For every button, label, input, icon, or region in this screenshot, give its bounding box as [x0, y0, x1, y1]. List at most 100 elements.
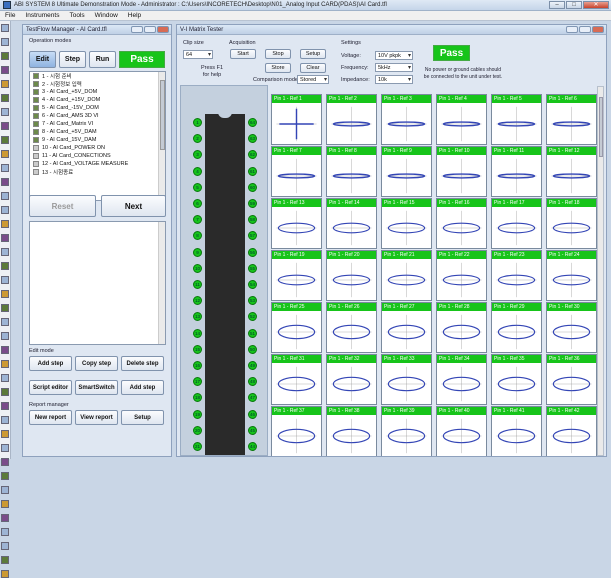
list-item[interactable]: 13 - 시험종료: [30, 168, 165, 176]
step-checkbox[interactable]: [33, 121, 39, 127]
pin-indicator[interactable]: 9: [193, 247, 202, 257]
pin-indicator[interactable]: 58: [248, 215, 257, 225]
tool-icon[interactable]: [1, 570, 9, 578]
close-icon[interactable]: [157, 26, 169, 33]
tool-icon[interactable]: [1, 528, 9, 536]
script-editor-button[interactable]: Script editor: [29, 380, 72, 395]
test-step-list[interactable]: 1 - 시험 준비 2 - 시험정보 입력 3 - AI Card_+5V_DOM 4…: [29, 71, 166, 201]
pin-indicator[interactable]: 60: [248, 182, 257, 192]
pin-indicator[interactable]: 61: [248, 166, 257, 176]
tool-icon[interactable]: [1, 388, 9, 396]
pin-indicator[interactable]: 62: [248, 150, 257, 160]
vi-signature-cell[interactable]: Pin 1 - Ref 36: [546, 354, 597, 405]
vi-signature-cell[interactable]: Pin 1 - Ref 35: [491, 354, 542, 405]
tool-icon[interactable]: [1, 402, 9, 410]
pin-indicator[interactable]: 2: [193, 134, 202, 144]
step-checkbox[interactable]: [33, 145, 39, 151]
tool-icon[interactable]: [1, 80, 9, 88]
tool-icon[interactable]: [1, 234, 9, 242]
list-item[interactable]: 12 - AI Card_VOLTAGE MEASURE: [30, 160, 165, 168]
pin-indicator[interactable]: 19: [193, 409, 202, 419]
smartswitch-button[interactable]: SmartSwitch: [75, 380, 118, 395]
vi-signature-cell[interactable]: Pin 1 - Ref 20: [326, 250, 377, 301]
tool-icon[interactable]: [1, 150, 9, 158]
step-checkbox[interactable]: [33, 105, 39, 111]
list-item[interactable]: 9 - AI Card_15V_DAM: [30, 136, 165, 144]
tool-icon[interactable]: [1, 346, 9, 354]
vi-signature-cell[interactable]: Pin 1 - Ref 6: [546, 94, 597, 145]
impedance-select[interactable]: 10k: [375, 75, 413, 84]
restore-icon[interactable]: [579, 26, 591, 33]
pin-indicator[interactable]: 46: [248, 409, 257, 419]
tool-icon[interactable]: [1, 206, 9, 214]
vi-signature-cell[interactable]: Pin 1 - Ref 39: [381, 406, 432, 456]
pin-indicator[interactable]: 5: [193, 182, 202, 192]
vi-signature-cell[interactable]: Pin 1 - Ref 16: [436, 198, 487, 249]
vi-signature-cell[interactable]: Pin 1 - Ref 26: [326, 302, 377, 353]
vi-signature-cell[interactable]: Pin 1 - Ref 40: [436, 406, 487, 456]
list-item[interactable]: 8 - AI Card_+5V_DAM: [30, 128, 165, 136]
list-item[interactable]: 5 - AI Card_-15V_DOM: [30, 104, 165, 112]
pin-indicator[interactable]: 21: [193, 442, 202, 451]
new-report-button[interactable]: New report: [29, 410, 72, 425]
vi-signature-cell[interactable]: Pin 1 - Ref 42: [546, 406, 597, 456]
copy-step-button[interactable]: Copy step: [75, 356, 118, 371]
step-checkbox[interactable]: [33, 161, 39, 167]
list-item[interactable]: 2 - 시험정보 입력: [30, 80, 165, 88]
vi-signature-cell[interactable]: Pin 1 - Ref 10: [436, 146, 487, 197]
pin-indicator[interactable]: 11: [193, 280, 202, 289]
list-item[interactable]: 4 - AI Card_+15V_DOM: [30, 96, 165, 104]
restore-icon[interactable]: [144, 26, 156, 33]
tool-icon[interactable]: [1, 290, 9, 298]
pin-indicator[interactable]: 4: [193, 166, 202, 176]
pin-indicator[interactable]: 8: [193, 231, 202, 241]
list-item[interactable]: 1 - 시험 준비: [30, 72, 165, 80]
pin-indicator[interactable]: 13: [193, 312, 202, 322]
reset-button[interactable]: Reset: [29, 195, 96, 217]
step-checkbox[interactable]: [33, 137, 39, 143]
step-checkbox[interactable]: [33, 113, 39, 119]
tool-icon[interactable]: [1, 542, 9, 550]
tool-icon[interactable]: [1, 262, 9, 270]
tool-icon[interactable]: [1, 108, 9, 116]
pin-indicator[interactable]: 55: [248, 263, 257, 273]
vi-signature-cell[interactable]: Pin 1 - Ref 21: [381, 250, 432, 301]
add-step-button[interactable]: Add step: [29, 356, 72, 371]
vi-signature-cell[interactable]: Pin 1 - Ref 33: [381, 354, 432, 405]
menu-help[interactable]: Help: [123, 12, 146, 19]
pin-indicator[interactable]: 57: [248, 231, 257, 241]
vi-signature-cell[interactable]: Pin 1 - Ref 3: [381, 94, 432, 145]
pin-indicator[interactable]: 17: [193, 377, 202, 387]
pin-indicator[interactable]: 14: [193, 328, 202, 338]
maximize-icon[interactable]: □: [566, 1, 582, 9]
vi-signature-cell[interactable]: Pin 1 - Ref 25: [271, 302, 322, 353]
edit-mode-button[interactable]: Edit: [29, 51, 56, 68]
vi-signature-cell[interactable]: Pin 1 - Ref 14: [326, 198, 377, 249]
step-checkbox[interactable]: [33, 89, 39, 95]
tool-icon[interactable]: [1, 136, 9, 144]
vi-signature-cell[interactable]: Pin 1 - Ref 41: [491, 406, 542, 456]
tool-icon[interactable]: [1, 374, 9, 382]
vi-signature-cell[interactable]: Pin 1 - Ref 38: [326, 406, 377, 456]
pin-indicator[interactable]: 56: [248, 247, 257, 257]
pin-indicator[interactable]: 6: [193, 199, 202, 208]
start-button[interactable]: Start: [230, 49, 256, 59]
menu-tools[interactable]: Tools: [64, 12, 89, 19]
pin-indicator[interactable]: 51: [248, 328, 257, 338]
store-button[interactable]: Store: [265, 63, 291, 73]
clear-button[interactable]: Clear: [300, 63, 326, 73]
vi-signature-cell[interactable]: Pin 1 - Ref 2: [326, 94, 377, 145]
tool-icon[interactable]: [1, 472, 9, 480]
list-item[interactable]: 11 - AI Card_CONECTIONS: [30, 152, 165, 160]
pin-indicator[interactable]: 12: [193, 296, 202, 306]
pin-indicator[interactable]: 1: [193, 118, 202, 127]
pin-indicator[interactable]: 63: [248, 134, 257, 144]
next-button[interactable]: Next: [101, 195, 166, 217]
close-icon[interactable]: ✕: [583, 1, 609, 9]
tool-icon[interactable]: [1, 276, 9, 284]
pin-indicator[interactable]: 20: [193, 425, 202, 435]
vi-signature-cell[interactable]: Pin 1 - Ref 31: [271, 354, 322, 405]
pin-indicator[interactable]: 15: [193, 344, 202, 354]
tool-icon[interactable]: [1, 458, 9, 466]
pin-indicator[interactable]: 44: [248, 442, 257, 451]
